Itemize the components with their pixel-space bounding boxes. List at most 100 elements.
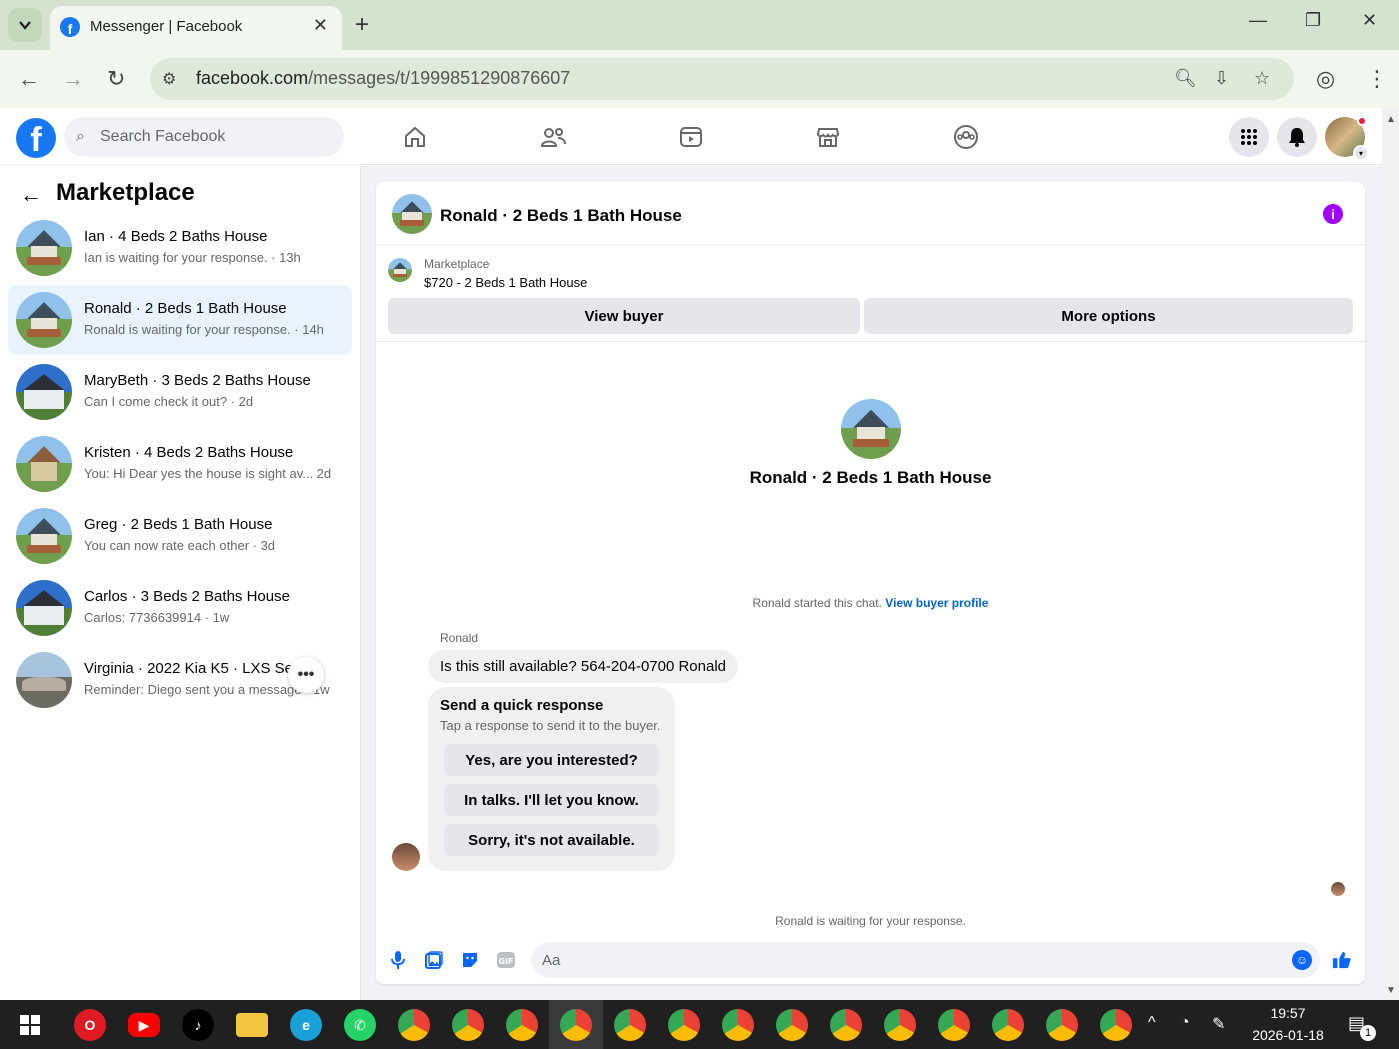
url-text[interactable]: facebook.com/messages/t/1999851290876607 <box>196 68 570 89</box>
seen-indicator-avatar <box>1331 882 1345 896</box>
emoji-icon[interactable]: ☺ <box>1292 950 1312 970</box>
scroll-up-icon[interactable]: ▲ <box>1386 114 1396 125</box>
back-button[interactable]: ← <box>18 66 40 92</box>
tiktok-icon[interactable]: ♪ <box>182 1009 214 1041</box>
video-icon[interactable] <box>677 123 705 151</box>
conversation-item[interactable]: Kristen · 4 Beds 2 Baths House You: Hi D… <box>8 429 352 499</box>
notification-dot <box>1357 116 1367 126</box>
listing-price-title[interactable]: $720 - 2 Beds 1 Bath House <box>424 275 587 290</box>
friends-icon[interactable] <box>539 123 567 151</box>
conversation-item[interactable]: Carlos · 3 Beds 2 Baths House Carlos: 77… <box>8 573 352 643</box>
tab-search-button[interactable] <box>8 8 42 42</box>
sticker-icon[interactable] <box>460 950 480 970</box>
chrome-profile-icon[interactable] <box>668 1009 700 1041</box>
chrome-profile-icon[interactable] <box>938 1009 970 1041</box>
message-input[interactable] <box>542 942 1282 978</box>
info-icon[interactable]: i <box>1323 204 1343 224</box>
chrome-profile-icon[interactable] <box>1100 1009 1132 1041</box>
chrome-profile-icon[interactable] <box>614 1009 646 1041</box>
zoom-icon[interactable]: 🔍︎ <box>1174 68 1197 89</box>
account-avatar[interactable]: ▾ <box>1325 116 1369 161</box>
pen-icon[interactable]: ✎ <box>1212 1014 1225 1034</box>
clock-date[interactable]: 2026-01-18 <box>1244 1027 1332 1043</box>
conversation-preview: You: Hi Dear yes the house is sight av..… <box>84 466 332 481</box>
view-buyer-button[interactable]: View buyer <box>388 298 860 334</box>
conversation-item[interactable]: Virginia · 2022 Kia K5 · LXS Sed... Remi… <box>8 645 352 715</box>
gif-icon[interactable]: GIF <box>496 950 516 970</box>
chrome-profile-icon[interactable] <box>452 1009 484 1041</box>
menu-grid-icon[interactable] <box>1229 117 1269 157</box>
chat-thumbnail[interactable] <box>392 194 432 234</box>
tab-close-icon[interactable]: ✕ <box>313 15 328 36</box>
conversation-item[interactable]: Greg · 2 Beds 1 Bath House You can now r… <box>8 501 352 571</box>
microphone-icon[interactable] <box>388 950 408 970</box>
view-buyer-profile-link[interactable]: View buyer profile <box>885 596 988 610</box>
chrome-profile-icon[interactable] <box>1046 1009 1078 1041</box>
quick-reply-button[interactable]: Sorry, it's not available. <box>444 824 659 856</box>
conversation-name: Ian · 4 Beds 2 Baths House <box>84 228 268 245</box>
network-icon[interactable]: ◔ <box>1180 1014 1190 1032</box>
new-tab-button[interactable]: + <box>355 11 369 39</box>
message-input-wrapper: ☺ <box>532 942 1320 978</box>
conversation-item[interactable]: Ian · 4 Beds 2 Baths House Ian is waitin… <box>8 213 352 283</box>
profile-icon[interactable]: ◎ <box>1316 66 1335 92</box>
facebook-search[interactable]: ⌕ Search Facebook <box>64 117 344 157</box>
file-explorer-icon[interactable] <box>236 1013 268 1037</box>
edge-icon[interactable]: e <box>290 1009 322 1041</box>
facebook-favicon-icon: f <box>60 17 80 37</box>
address-bar[interactable]: ⚙ facebook.com/messages/t/19998512908766… <box>150 58 1294 100</box>
chrome-profile-icon[interactable] <box>560 1009 592 1041</box>
chrome-profile-icon[interactable] <box>992 1009 1024 1041</box>
photo-icon[interactable] <box>424 950 444 970</box>
main-content: ← Marketplace Ian · 4 Beds 2 Baths House… <box>0 166 1382 1000</box>
listing-thumbnail <box>16 508 72 564</box>
facebook-logo-icon[interactable]: f <box>16 118 56 158</box>
quick-reply-button[interactable]: Yes, are you interested? <box>444 744 659 776</box>
more-options-icon[interactable]: ••• <box>288 657 324 693</box>
chrome-profile-icon[interactable] <box>506 1009 538 1041</box>
conversation-item-active[interactable]: Ronald · 2 Beds 1 Bath House Ronald is w… <box>8 285 352 355</box>
notifications-bell-icon[interactable] <box>1277 117 1317 157</box>
chat-title[interactable]: Ronald · 2 Beds 1 Bath House <box>440 206 682 226</box>
chat-started-notice: Ronald started this chat. View buyer pro… <box>376 596 1365 610</box>
scroll-down-icon[interactable]: ▼ <box>1386 985 1396 996</box>
chrome-profile-icon[interactable] <box>722 1009 754 1041</box>
youtube-icon[interactable]: ▶ <box>128 1013 160 1037</box>
conversation-preview: You can now rate each other · 3d <box>84 538 276 553</box>
start-windows-icon[interactable] <box>14 1009 46 1041</box>
minimize-button[interactable]: — <box>1249 10 1267 31</box>
chrome-profile-icon[interactable] <box>398 1009 430 1041</box>
opera-icon[interactable]: O <box>74 1009 106 1041</box>
clock-time[interactable]: 19:57 <box>1250 1005 1326 1021</box>
intro-name: Ronald · 2 Beds 1 Bath House <box>749 468 992 487</box>
home-icon[interactable] <box>401 123 429 151</box>
show-hidden-icons-icon[interactable]: ^ <box>1148 1014 1156 1032</box>
close-window-button[interactable]: ✕ <box>1362 10 1377 31</box>
back-arrow-icon[interactable]: ← <box>20 182 42 208</box>
install-app-icon[interactable]: ⇩ <box>1214 68 1229 89</box>
reload-button[interactable]: ↻ <box>107 66 125 92</box>
conversation-preview: Ronald is waiting for your response. · 1… <box>84 322 324 337</box>
notification-center-icon[interactable]: ▤ 1 <box>1348 1013 1376 1041</box>
browser-menu-icon[interactable]: ⋮ <box>1366 66 1388 92</box>
conversation-name: Greg · 2 Beds 1 Bath House <box>84 516 273 533</box>
page-scrollbar[interactable]: ▲ ▼ <box>1382 108 1399 1000</box>
listing-banner: Marketplace $720 - 2 Beds 1 Bath House V… <box>376 246 1365 342</box>
conversation-item[interactable]: MaryBeth · 3 Beds 2 Baths House Can I co… <box>8 357 352 427</box>
chrome-profile-icon[interactable] <box>884 1009 916 1041</box>
whatsapp-icon[interactable]: ✆ <box>344 1009 376 1041</box>
browser-tab-active[interactable]: f Messenger | Facebook ✕ <box>50 6 342 50</box>
restore-button[interactable]: ❐ <box>1305 10 1321 31</box>
sender-avatar[interactable] <box>392 843 420 871</box>
more-options-button[interactable]: More options <box>864 298 1353 334</box>
quick-reply-button[interactable]: In talks. I'll let you know. <box>444 784 659 816</box>
marketplace-icon[interactable] <box>814 123 842 151</box>
bookmark-star-icon[interactable]: ☆ <box>1254 68 1270 89</box>
chrome-profile-icon[interactable] <box>830 1009 862 1041</box>
site-info-icon[interactable]: ⚙ <box>162 69 176 89</box>
thumbs-up-icon[interactable] <box>1332 950 1352 970</box>
forward-button[interactable]: → <box>62 66 84 92</box>
url-host: facebook.com <box>196 68 309 88</box>
groups-icon[interactable] <box>952 123 980 151</box>
chrome-profile-icon[interactable] <box>776 1009 808 1041</box>
